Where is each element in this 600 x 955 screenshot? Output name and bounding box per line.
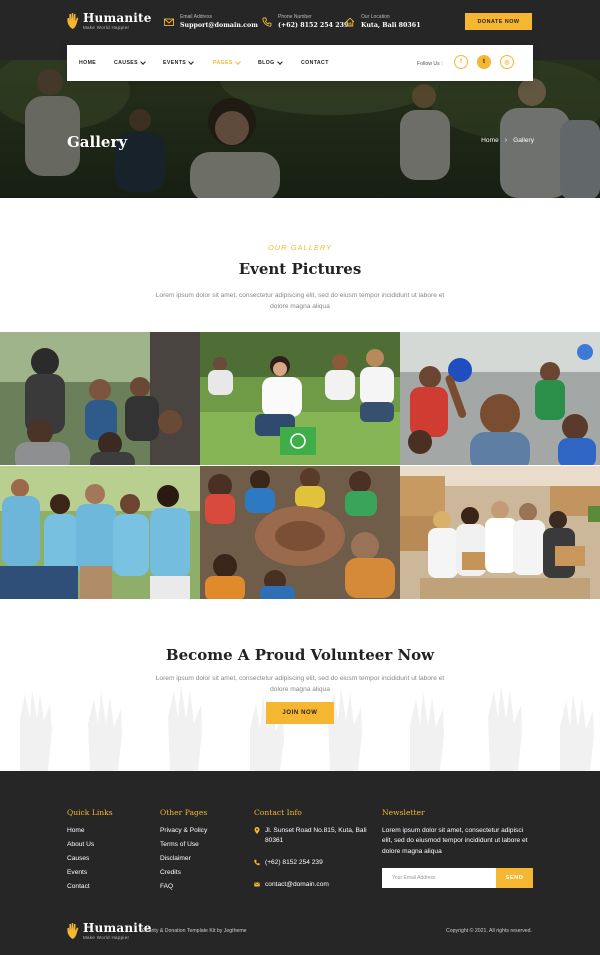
footer-link-faq[interactable]: FAQ bbox=[160, 883, 173, 890]
phone-icon bbox=[262, 17, 272, 27]
gallery-photo[interactable] bbox=[200, 332, 400, 465]
brand-name: Humanite bbox=[83, 11, 152, 25]
volunteer-title: Become A Proud Volunteer Now bbox=[165, 646, 435, 664]
email-value[interactable]: Support@domain.com bbox=[180, 22, 258, 29]
contact-phone-text[interactable]: (+62) 8152 254 239 bbox=[265, 858, 323, 868]
footer-copyright: Copyright © 2021. All rights reserved. bbox=[446, 928, 532, 934]
footer-link-events[interactable]: Events bbox=[67, 869, 87, 876]
twitter-icon[interactable]: t bbox=[477, 55, 491, 69]
volunteer-team-photo bbox=[0, 466, 200, 599]
nav-item-label: CONTACT bbox=[301, 60, 329, 66]
phone-value[interactable]: (+62) 8152 254 239 bbox=[278, 22, 348, 29]
hand-logo-icon bbox=[67, 923, 79, 940]
breadcrumb-home-link[interactable]: Home bbox=[481, 137, 499, 144]
volunteers-recycling-photo bbox=[200, 332, 400, 465]
brand-tagline: Make World Happier bbox=[83, 25, 130, 30]
page-title: Gallery bbox=[67, 133, 128, 151]
envelope-icon bbox=[254, 882, 260, 887]
home-icon bbox=[345, 17, 355, 27]
join-now-button[interactable]: JOIN NOW bbox=[266, 702, 334, 724]
gallery-description: Lorem ipsum dolor sit amet, consectetur … bbox=[155, 292, 445, 310]
nav-item-blog[interactable]: BLOG bbox=[258, 59, 283, 66]
footer-link-home[interactable]: Home bbox=[67, 827, 85, 834]
phone-icon bbox=[254, 859, 260, 866]
location-label: Our Location bbox=[361, 14, 390, 20]
chevron-down-icon bbox=[188, 59, 194, 65]
gallery-photo[interactable] bbox=[400, 466, 600, 599]
chevron-down-icon bbox=[276, 59, 283, 65]
contact-email: contact@domain.com bbox=[254, 880, 329, 890]
gallery-photo[interactable] bbox=[0, 332, 200, 465]
hand-logo-icon bbox=[67, 13, 79, 30]
contact-phone: (+62) 8152 254 239 bbox=[254, 858, 323, 868]
photo-gallery-grid bbox=[0, 332, 600, 599]
envelope-icon bbox=[164, 18, 174, 26]
facebook-icon[interactable]: f bbox=[454, 55, 468, 69]
phone-label: Phone Number bbox=[278, 14, 312, 20]
donate-now-button[interactable]: DONATE NOW bbox=[465, 13, 532, 30]
nav-item-contact[interactable]: CONTACT bbox=[301, 60, 329, 66]
gallery-photo[interactable] bbox=[200, 466, 400, 599]
volunteer-description: Lorem ipsum dolor sit amet, consectetur … bbox=[155, 675, 445, 693]
phone-info: Phone Number (+62) 8152 254 239 bbox=[262, 15, 348, 29]
site-footer: Quick Links Home About Us Causes Events … bbox=[0, 771, 600, 955]
gallery-eyebrow: OUR GALLERY bbox=[267, 243, 333, 252]
footer-credit: Charity & Donation Template Kit by Jegth… bbox=[142, 928, 247, 934]
gallery-photo[interactable] bbox=[0, 466, 200, 599]
footer-logo[interactable]: Humanite Make World Happier bbox=[66, 922, 152, 941]
nav-item-home[interactable]: HOME bbox=[79, 60, 96, 66]
main-navigation: HOME CAUSES EVENTS PAGES BLOG CONTACT Fo… bbox=[67, 45, 533, 81]
footer-link-contact[interactable]: Contact bbox=[67, 883, 90, 890]
nav-item-causes[interactable]: CAUSES bbox=[114, 59, 146, 66]
nav-item-label: HOME bbox=[79, 60, 97, 66]
contact-address: Jl. Sunset Road No.815, Kuta, Bali 80361 bbox=[254, 826, 369, 846]
nav-item-label: PAGES bbox=[213, 60, 233, 66]
newsletter-description: Lorem ipsum dolor sit amet, consectetur … bbox=[382, 827, 528, 855]
nav-item-label: BLOG bbox=[258, 60, 275, 66]
kids-with-balls-photo bbox=[400, 332, 600, 465]
other-pages-heading: Other Pages bbox=[160, 808, 208, 817]
nav-item-label: EVENTS bbox=[163, 60, 187, 66]
footer-link-terms[interactable]: Terms of Use bbox=[160, 841, 199, 848]
nav-item-pages[interactable]: PAGES bbox=[213, 59, 241, 66]
gallery-title: Event Pictures bbox=[238, 260, 362, 278]
map-pin-icon bbox=[254, 827, 260, 834]
follow-us-label: Follow Us : bbox=[417, 61, 443, 67]
quick-links-heading: Quick Links bbox=[67, 808, 113, 817]
location-info: Our Location Kuta, Bali 80361 bbox=[345, 15, 421, 29]
breadcrumb-current: Gallery bbox=[513, 137, 534, 144]
footer-link-privacy[interactable]: Privacy & Policy bbox=[160, 827, 207, 834]
brand-tagline: Make World Happier bbox=[83, 935, 130, 940]
email-label: Email Address bbox=[180, 14, 212, 20]
contact-address-text: Jl. Sunset Road No.815, Kuta, Bali 80361 bbox=[265, 827, 367, 844]
hands-together-photo bbox=[200, 466, 400, 599]
instagram-icon[interactable]: ◎ bbox=[500, 55, 514, 69]
contact-email-text[interactable]: contact@domain.com bbox=[265, 880, 329, 890]
breadcrumb: Home › Gallery bbox=[481, 137, 534, 144]
newsletter-heading: Newsletter bbox=[382, 808, 425, 817]
footer-link-credits[interactable]: Credits bbox=[160, 869, 181, 876]
header-logo[interactable]: Humanite Make World Happier bbox=[66, 12, 152, 31]
chevron-right-icon: › bbox=[504, 137, 508, 144]
newsletter-email-input[interactable] bbox=[382, 868, 496, 888]
contact-info-heading: Contact Info bbox=[254, 808, 302, 817]
footer-link-disclaimer[interactable]: Disclaimer bbox=[160, 855, 191, 862]
nav-item-events[interactable]: EVENTS bbox=[163, 59, 194, 66]
nav-item-label: CAUSES bbox=[114, 60, 139, 66]
location-value: Kuta, Bali 80361 bbox=[361, 22, 421, 29]
donation-boxes-photo bbox=[400, 466, 600, 599]
email-info: Email Address Support@domain.com bbox=[164, 15, 258, 29]
gallery-photo[interactable] bbox=[400, 332, 600, 465]
footer-link-about[interactable]: About Us bbox=[67, 841, 94, 848]
newsletter-send-button[interactable]: SEND bbox=[496, 868, 533, 888]
footer-link-causes[interactable]: Causes bbox=[67, 855, 89, 862]
volunteer-section: Become A Proud Volunteer Now Lorem ipsum… bbox=[0, 599, 600, 771]
chevron-down-icon bbox=[234, 59, 241, 65]
chevron-down-icon bbox=[140, 59, 146, 65]
children-group-photo bbox=[0, 332, 200, 465]
